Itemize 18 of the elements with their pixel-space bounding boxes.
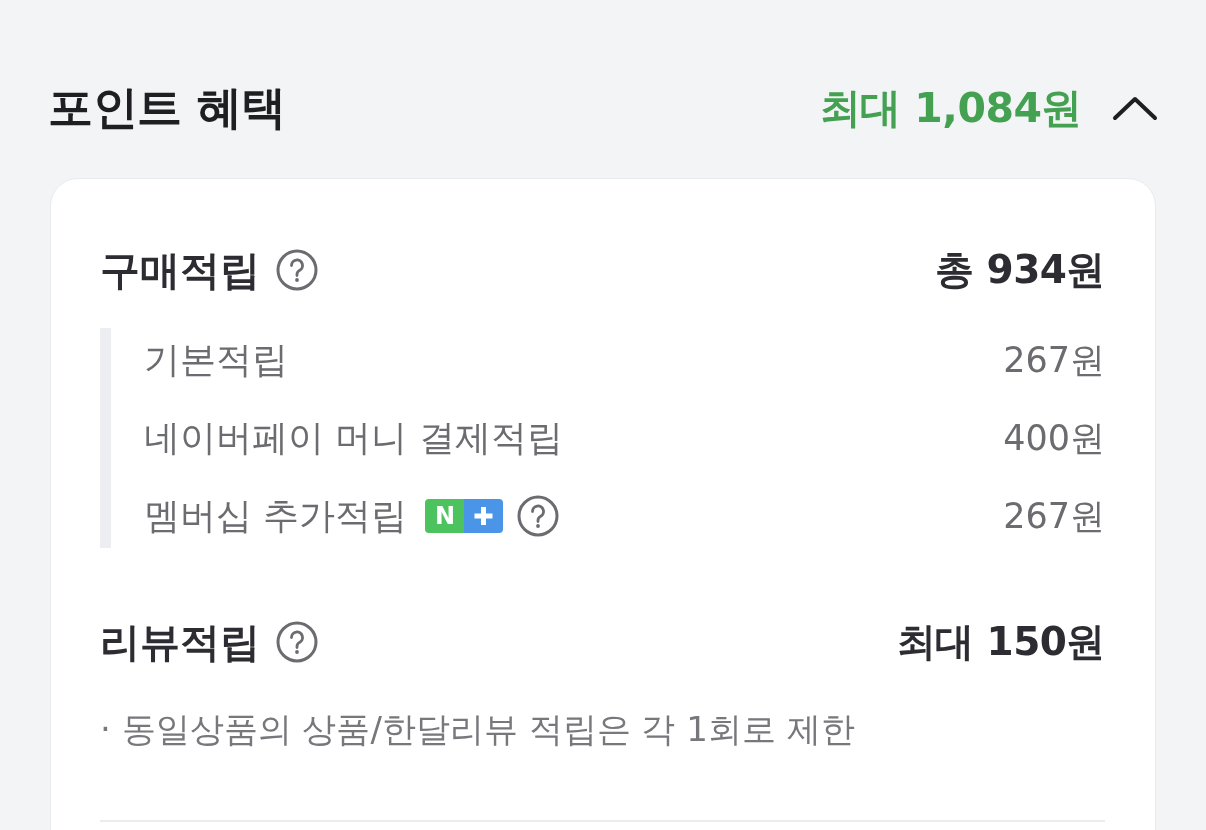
total-amount: 최대 1,084원	[819, 82, 1082, 134]
benefit-label: 네이버페이 머니 결제적립	[144, 415, 563, 460]
section-title: 포인트 혜택	[48, 80, 286, 136]
benefit-label: 멤버십 추가적립	[144, 493, 408, 538]
benefit-label: 기본적립	[144, 337, 288, 382]
note-text: · 동일상품의 상품/한달리뷰 적립은 각 1회로 제한	[100, 708, 856, 751]
group-amount: 최대 150원	[896, 618, 1105, 666]
group-title: 리뷰적립	[100, 617, 260, 667]
membership-badge: N	[425, 499, 465, 533]
benefit-amount: 400원	[1003, 416, 1105, 460]
plus-icon	[464, 499, 504, 533]
help-icon[interactable]	[276, 621, 318, 663]
help-icon[interactable]	[517, 495, 560, 537]
group-amount: 총 934원	[935, 246, 1105, 294]
benefit-amount: 267원	[1003, 338, 1105, 382]
help-icon[interactable]	[276, 249, 318, 291]
group-title: 구매적립	[100, 245, 260, 295]
benefit-amount: 267원	[1003, 494, 1105, 538]
